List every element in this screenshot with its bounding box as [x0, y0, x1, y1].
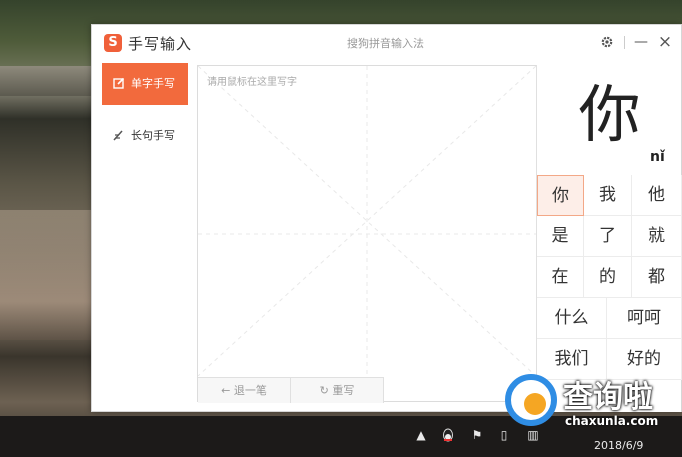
- candidate-cell[interactable]: 我: [584, 175, 632, 216]
- window-caption: 搜狗拼音输入法: [347, 37, 424, 50]
- sogou-logo-icon: S: [104, 34, 122, 52]
- gear-icon: [601, 36, 613, 48]
- candidate-cell[interactable]: 他: [632, 175, 682, 216]
- titlebar-divider: [624, 36, 625, 49]
- nav-single-char-label: 单字手写: [131, 77, 175, 90]
- arrow-left-icon: ←: [221, 384, 234, 397]
- flag-icon[interactable]: ⚑: [470, 428, 484, 442]
- candidate-cell[interactable]: 的: [584, 257, 632, 298]
- candidate-cell[interactable]: 你: [537, 175, 584, 216]
- pen-lines-icon: [113, 130, 123, 141]
- rewrite-button[interactable]: ↻ 重写: [291, 378, 384, 403]
- candidate-cell[interactable]: 什么: [537, 298, 607, 339]
- watermark-logo-icon: [505, 374, 557, 426]
- chevron-up-icon[interactable]: ▲: [414, 428, 428, 442]
- nav-long-sentence[interactable]: 长句手写: [102, 115, 188, 157]
- candidate-cell[interactable]: 都: [632, 257, 682, 298]
- rewrite-label: 重写: [332, 384, 355, 397]
- preview-character: 你: [578, 78, 641, 151]
- close-button[interactable]: ×: [655, 31, 675, 53]
- minimize-button[interactable]: —: [631, 31, 651, 53]
- watermark-logo-dot: [524, 393, 546, 415]
- undo-stroke-button[interactable]: ← 退一笔: [198, 378, 291, 403]
- pad-toolbar: ← 退一笔 ↻ 重写: [198, 377, 384, 403]
- candidate-cell[interactable]: 就: [632, 216, 682, 257]
- wallpaper-riverbank: [0, 66, 100, 96]
- qq-penguin-icon[interactable]: [441, 428, 455, 442]
- watermark-url: chaxunla.com: [565, 414, 659, 428]
- candidate-panel: 你 nǐ 你 我 他 是 了 就 在 的 都 什么 呵呵 我们 好的: [536, 65, 682, 412]
- candidate-cell[interactable]: 是: [537, 216, 584, 257]
- preview-pinyin: nǐ: [650, 149, 665, 165]
- qq-icon-svg: [443, 428, 453, 442]
- edit-square-icon: [113, 77, 125, 89]
- taskbar-date[interactable]: 2018/6/9: [594, 439, 643, 452]
- handwriting-window: S 手写输入 搜狗拼音输入法 — × 单字手写 长句手写 请用鼠标在这里写字 ←…: [91, 24, 682, 412]
- pad-guide-lines: [198, 66, 536, 376]
- wallpaper-reflection: [0, 210, 95, 340]
- settings-button[interactable]: [597, 31, 617, 53]
- nav-long-sentence-label: 长句手写: [131, 129, 175, 142]
- pad-hint-text: 请用鼠标在这里写字: [207, 77, 297, 88]
- watermark: 查询啦 chaxunla.com: [503, 372, 682, 440]
- title-bar[interactable]: S 手写输入 搜狗拼音输入法 — ×: [92, 25, 681, 61]
- watermark-title: 查询啦: [563, 380, 653, 415]
- nav-single-char[interactable]: 单字手写: [102, 63, 188, 105]
- candidate-cell[interactable]: 了: [584, 216, 632, 257]
- refresh-icon: ↻: [319, 384, 333, 397]
- undo-stroke-label: 退一笔: [233, 384, 267, 397]
- app-title: 手写输入: [128, 35, 193, 53]
- candidate-cell[interactable]: 在: [537, 257, 584, 298]
- candidate-cell[interactable]: 呵呵: [607, 298, 682, 339]
- handwriting-pad[interactable]: 请用鼠标在这里写字 ← 退一笔 ↻ 重写: [197, 65, 537, 403]
